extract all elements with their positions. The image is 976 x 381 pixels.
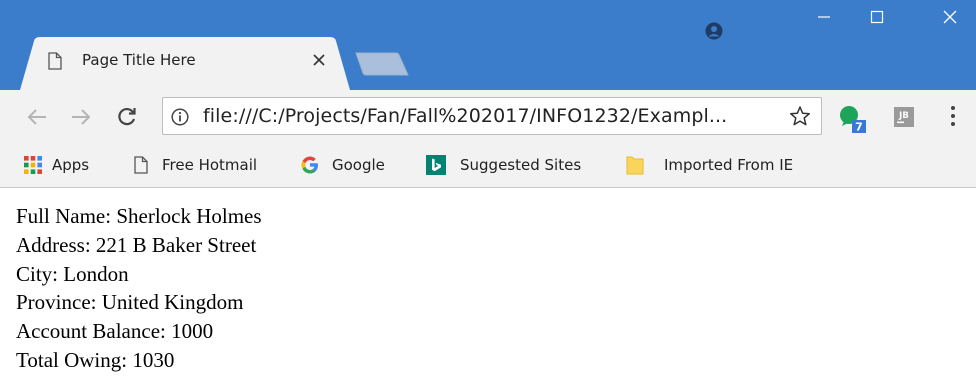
reload-icon[interactable] — [112, 102, 142, 132]
extension-icon[interactable]: 7 — [838, 104, 872, 134]
page-icon — [48, 52, 62, 70]
address-bar[interactable]: file:///C:/Projects/Fan/Fall%202017/INFO… — [162, 97, 822, 135]
back-arrow-icon[interactable] — [22, 102, 52, 132]
total-owing-line: Total Owing: 1030 — [16, 347, 175, 372]
apps-grid-icon — [24, 156, 42, 174]
minimize-icon[interactable] — [800, 0, 848, 34]
bookmark-free-hotmail[interactable]: Free Hotmail — [134, 154, 257, 176]
browser-title-bar: Page Title Here — [0, 0, 976, 90]
bing-icon — [426, 155, 446, 175]
folder-icon — [626, 156, 644, 175]
bookmark-suggested-sites[interactable]: Suggested Sites — [426, 154, 581, 176]
bookmark-label: Google — [332, 156, 385, 174]
jetbrains-extension-label: JB — [898, 111, 909, 121]
browser-toolbar: file:///C:/Projects/Fan/Fall%202017/INFO… — [0, 90, 976, 144]
bookmark-imported-from-ie[interactable]: Imported From IE — [626, 154, 793, 176]
extension-badge: 7 — [855, 121, 863, 134]
bookmarks-bar: Apps Free Hotmail Google Suggested Sites… — [0, 144, 976, 188]
google-icon — [301, 156, 318, 174]
menu-dots-icon[interactable] — [950, 104, 956, 128]
address-line: Address: 221 B Baker Street — [16, 232, 257, 257]
close-icon[interactable] — [306, 47, 332, 73]
city-line: City: London — [16, 261, 129, 286]
bookmark-label: Imported From IE — [664, 156, 794, 174]
jetbrains-extension-icon[interactable]: JB — [893, 106, 915, 128]
bookmark-label: Suggested Sites — [460, 156, 582, 174]
bookmark-label: Free Hotmail — [162, 156, 258, 174]
bookmark-google[interactable]: Google — [300, 154, 385, 176]
account-icon[interactable] — [705, 22, 723, 40]
maximize-icon[interactable] — [853, 0, 901, 34]
new-tab-button[interactable] — [354, 52, 410, 76]
window-close-icon[interactable] — [926, 0, 974, 34]
bookmark-apps[interactable]: Apps — [24, 154, 89, 176]
url-text[interactable]: file:///C:/Projects/Fan/Fall%202017/INFO… — [203, 105, 727, 127]
bookmark-star-icon[interactable] — [789, 105, 811, 127]
province-line: Province: United Kingdom — [16, 290, 244, 315]
info-icon[interactable] — [171, 108, 189, 126]
page-content: Full Name: Sherlock Holmes Address: 221 … — [16, 202, 262, 375]
tab-title: Page Title Here — [82, 51, 196, 69]
account-balance-line: Account Balance: 1000 — [16, 319, 214, 344]
bookmark-label: Apps — [52, 156, 90, 174]
tab-active[interactable]: Page Title Here — [20, 37, 350, 90]
forward-arrow-icon[interactable] — [66, 102, 96, 132]
page-icon — [134, 156, 148, 174]
full-name-line: Full Name: Sherlock Holmes — [16, 204, 262, 228]
